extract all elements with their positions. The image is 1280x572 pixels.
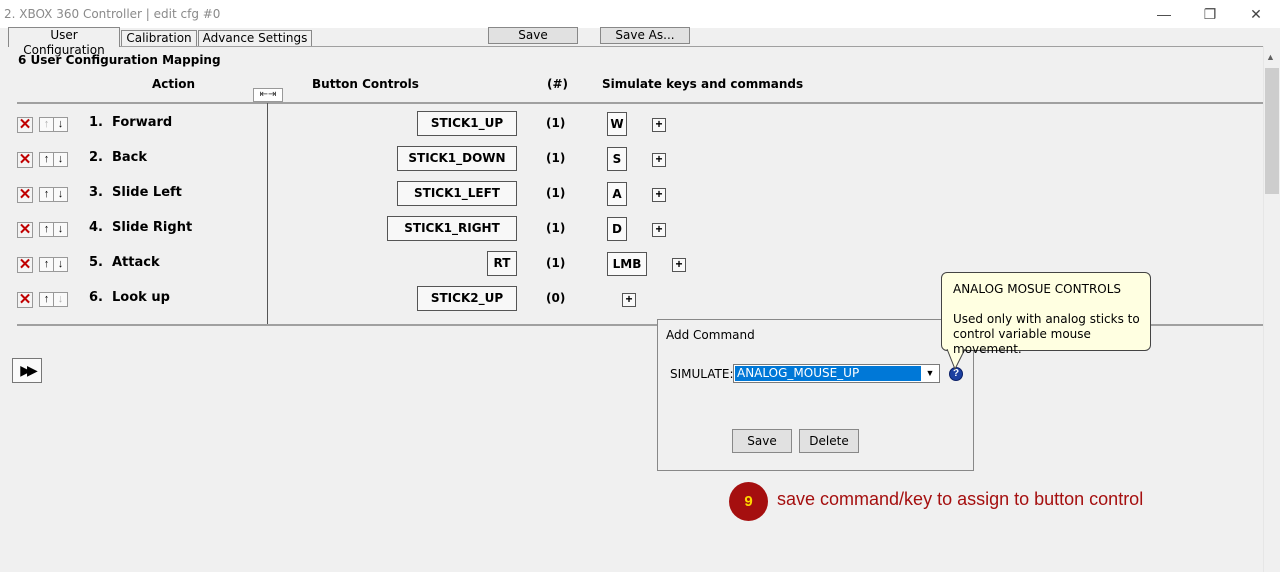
- row-number: 4.: [89, 220, 103, 235]
- add-command-icon[interactable]: +: [652, 223, 666, 237]
- simulated-key[interactable]: LMB: [607, 252, 647, 276]
- move-down-icon[interactable]: ↓: [53, 222, 68, 237]
- save-as-button[interactable]: Save As...: [600, 27, 690, 44]
- tab-calibration[interactable]: Calibration: [121, 30, 197, 46]
- button-control[interactable]: STICK1_RIGHT: [387, 216, 517, 241]
- add-command-icon[interactable]: +: [652, 118, 666, 132]
- divider: [17, 102, 1263, 104]
- dialog-title: Add Command: [666, 328, 755, 342]
- step-number-badge: 9: [729, 482, 768, 521]
- row-number: 1.: [89, 115, 103, 130]
- dialog-save-button[interactable]: Save: [732, 429, 792, 453]
- delete-row-icon[interactable]: ✕: [17, 187, 33, 203]
- tab-divider: [120, 46, 1264, 47]
- close-button[interactable]: ✕: [1233, 0, 1279, 28]
- row-number: 3.: [89, 185, 103, 200]
- delete-row-icon[interactable]: ✕: [17, 117, 33, 133]
- dialog-delete-button[interactable]: Delete: [799, 429, 859, 453]
- simulated-key[interactable]: A: [607, 182, 627, 206]
- row-number: 6.: [89, 290, 103, 305]
- button-control[interactable]: STICK1_UP: [417, 111, 517, 136]
- button-control[interactable]: STICK2_UP: [417, 286, 517, 311]
- row-number: 2.: [89, 150, 103, 165]
- command-count: (1): [546, 186, 566, 200]
- add-command-icon[interactable]: +: [652, 188, 666, 202]
- move-down-icon[interactable]: ↓: [53, 257, 68, 272]
- minimize-button[interactable]: —: [1141, 0, 1187, 28]
- move-down-icon: ↓: [53, 292, 68, 307]
- add-command-icon[interactable]: +: [652, 153, 666, 167]
- button-control[interactable]: STICK1_LEFT: [397, 181, 517, 206]
- chevron-down-icon[interactable]: ▼: [922, 366, 938, 381]
- step-instruction: save command/key to assign to button con…: [777, 489, 1144, 509]
- delete-row-icon[interactable]: ✕: [17, 222, 33, 238]
- window-title: 2. XBOX 360 Controller | edit cfg #0: [4, 7, 221, 21]
- column-separator: [267, 103, 268, 324]
- move-up-icon[interactable]: ↑: [39, 222, 54, 237]
- command-count: (1): [546, 256, 566, 270]
- move-up-icon[interactable]: ↑: [39, 292, 54, 307]
- scroll-up-icon[interactable]: ▲: [1266, 52, 1275, 62]
- move-down-icon[interactable]: ↓: [53, 117, 68, 132]
- simulated-key[interactable]: W: [607, 112, 627, 136]
- fast-forward-icon[interactable]: ▶▶: [12, 358, 42, 383]
- action-name: Slide Right: [112, 220, 193, 235]
- row-number: 5.: [89, 255, 103, 270]
- mapping-title: 6 User Configuration Mapping: [18, 53, 221, 67]
- tab-advance-settings[interactable]: Advance Settings: [198, 30, 312, 46]
- command-count: (1): [546, 151, 566, 165]
- button-control[interactable]: RT: [487, 251, 517, 276]
- column-header-simulate: Simulate keys and commands: [602, 77, 804, 91]
- tooltip-body: Used only with analog sticks to control …: [953, 312, 1140, 356]
- delete-row-icon[interactable]: ✕: [17, 152, 33, 168]
- simulate-label: SIMULATE:: [670, 367, 734, 381]
- restore-button[interactable]: ❐: [1187, 0, 1233, 28]
- save-button[interactable]: Save: [488, 27, 578, 44]
- move-up-icon[interactable]: ↑: [39, 257, 54, 272]
- scrollbar-thumb[interactable]: [1265, 68, 1279, 194]
- column-header-button-controls: Button Controls: [312, 77, 419, 91]
- action-name: Attack: [112, 255, 160, 270]
- command-count: (0): [546, 291, 566, 305]
- move-up-icon[interactable]: ↑: [39, 187, 54, 202]
- action-name: Back: [112, 150, 148, 165]
- add-command-icon[interactable]: +: [672, 258, 686, 272]
- command-count: (1): [546, 116, 566, 130]
- add-command-icon[interactable]: +: [622, 293, 636, 307]
- move-up-icon[interactable]: ↑: [39, 152, 54, 167]
- action-name: Forward: [112, 115, 173, 130]
- simulated-key[interactable]: D: [607, 217, 627, 241]
- simulated-key[interactable]: S: [607, 147, 627, 171]
- tooltip-title: ANALOG MOSUE CONTROLS: [953, 282, 1122, 296]
- simulate-selected-value[interactable]: ANALOG_MOUSE_UP: [735, 366, 921, 381]
- action-name: Slide Left: [112, 185, 182, 200]
- action-name: Look up: [112, 290, 170, 305]
- column-header-action: Action: [152, 77, 196, 91]
- tab-user-configuration[interactable]: User Configuration: [8, 27, 120, 57]
- move-down-icon[interactable]: ↓: [53, 152, 68, 167]
- move-up-icon: ↑: [39, 117, 54, 132]
- column-header-count: (#): [547, 77, 569, 91]
- column-resize-arrows-icon[interactable]: ⇤⇥: [253, 88, 283, 102]
- command-count: (1): [546, 221, 566, 235]
- button-control[interactable]: STICK1_DOWN: [397, 146, 517, 171]
- move-down-icon[interactable]: ↓: [53, 187, 68, 202]
- delete-row-icon[interactable]: ✕: [17, 257, 33, 273]
- delete-row-icon[interactable]: ✕: [17, 292, 33, 308]
